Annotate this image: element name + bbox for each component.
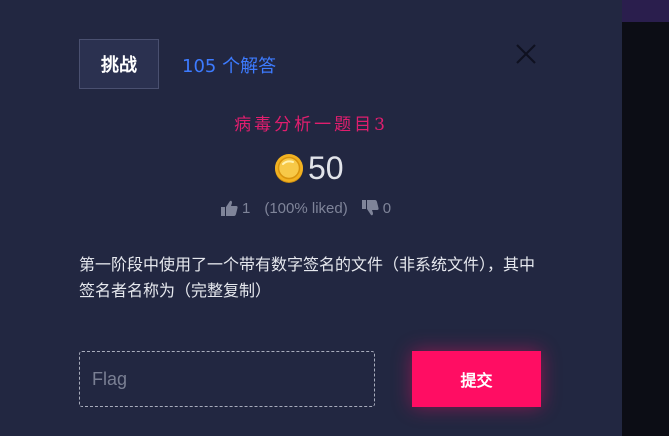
background-page-edge — [622, 0, 669, 436]
likes-count: 1 — [242, 199, 251, 217]
dislikes-count: 0 — [382, 199, 392, 217]
flag-input[interactable] — [79, 351, 375, 407]
submit-button[interactable]: 提交 — [412, 351, 541, 407]
challenge-description: 第一阶段中使用了一个带有数字签名的文件（非系统文件），其中签名者名称为（完整复制… — [79, 255, 536, 300]
coin-icon — [275, 154, 303, 183]
tab-challenge[interactable]: 挑战 — [79, 39, 159, 89]
tab-solves[interactable]: 105 个解答 — [182, 52, 276, 78]
challenge-title: 病毒分析一题目3 — [234, 115, 388, 135]
page: 挑战 105 个解答 病毒分析一题目3 50 1 (100% liked) 0 … — [0, 0, 669, 436]
background-page-header — [622, 0, 669, 22]
likes-row: 1 (100% liked) 0 — [221, 198, 391, 218]
close-icon[interactable] — [512, 40, 540, 68]
challenge-modal: 挑战 105 个解答 病毒分析一题目3 50 1 (100% liked) 0 … — [0, 0, 622, 436]
points-display: 50 — [273, 148, 344, 188]
liked-percent: (100% liked) — [264, 199, 348, 217]
thumbs-up-icon[interactable] — [221, 200, 238, 216]
points-value: 50 — [308, 149, 344, 186]
thumbs-down-icon[interactable] — [361, 200, 379, 216]
